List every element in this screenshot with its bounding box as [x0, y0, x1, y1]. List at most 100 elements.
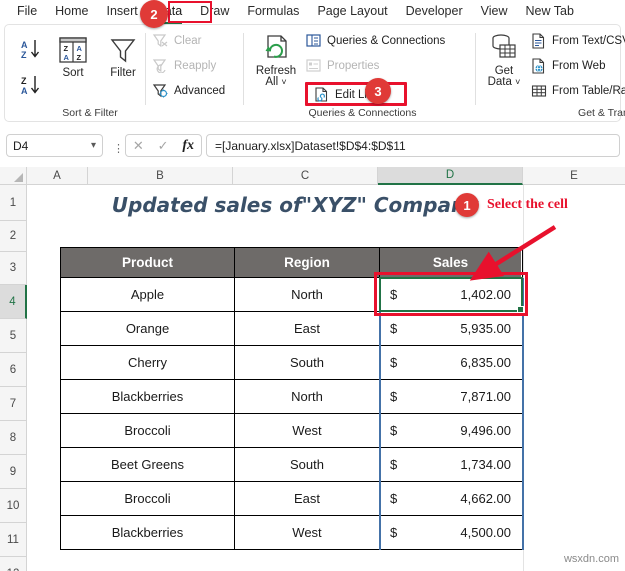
tab-file[interactable]: File [8, 1, 46, 23]
from-text-csv-icon [532, 33, 545, 49]
queries-connections-button[interactable]: Queries & Connections [305, 33, 445, 48]
cell-region[interactable]: South [235, 448, 380, 481]
table-row[interactable]: Cherry South $6,835.00 [60, 346, 523, 380]
row-header-7[interactable]: 7 [0, 387, 27, 421]
column-header-a[interactable]: A [27, 167, 88, 185]
cell-sales[interactable]: $6,835.00 [380, 346, 521, 379]
cell-region[interactable]: North [235, 278, 380, 311]
cell-region[interactable]: North [235, 380, 380, 413]
row-header-4[interactable]: 4 [0, 285, 27, 319]
tab-page-layout[interactable]: Page Layout [308, 1, 396, 23]
sort-button[interactable]: Z A A Z Sort [49, 35, 97, 79]
tab-home[interactable]: Home [46, 1, 97, 23]
properties-button[interactable]: Properties [305, 58, 379, 73]
from-text-csv-button[interactable]: From Text/CSV [531, 33, 625, 49]
cell-product[interactable]: Beet Greens [61, 448, 235, 481]
cell-sales[interactable]: $4,662.00 [380, 482, 521, 515]
table-row[interactable]: Broccoli West $9,496.00 [60, 414, 523, 448]
confirm-check-icon[interactable]: ✓ [158, 138, 169, 154]
insert-function-icon[interactable]: fx [182, 138, 194, 154]
cell-region[interactable]: West [235, 414, 380, 447]
formula-bar-drag-handle[interactable]: ⋮ [113, 142, 124, 155]
column-label: C [300, 169, 310, 182]
tab-view[interactable]: View [472, 1, 517, 23]
tab-new-tab[interactable]: New Tab [517, 1, 583, 23]
row-header-1[interactable]: 1 [0, 185, 27, 221]
table-row[interactable]: Beet Greens South $1,734.00 [60, 448, 523, 482]
cell-region[interactable]: West [235, 516, 380, 549]
table-row[interactable]: Blackberries West $4,500.00 [60, 516, 523, 550]
cell-sales[interactable]: $7,871.00 [380, 380, 521, 413]
properties-label: Properties [327, 59, 380, 72]
row-label: 10 [6, 499, 20, 512]
from-table-range-label: From Table/Range [552, 85, 625, 97]
from-web-button[interactable]: From Web [531, 58, 605, 74]
cell-product[interactable]: Apple [61, 278, 235, 311]
row-header-9[interactable]: 9 [0, 455, 27, 489]
formula-input[interactable]: =[January.xlsx]Dataset!$D$4:$D$11 [206, 134, 620, 157]
row-header-3[interactable]: 3 [0, 252, 27, 285]
name-box[interactable]: D4 ▾ [6, 134, 103, 157]
get-data-button[interactable]: Get Data ˅ [481, 33, 527, 88]
table-row[interactable]: Orange East $5,935.00 [60, 312, 523, 346]
refresh-all-button[interactable]: Refresh All ˅ [251, 33, 301, 88]
column-header-b[interactable]: B [88, 167, 233, 185]
tab-draw[interactable]: Draw [191, 1, 238, 23]
row-header-2[interactable]: 2 [0, 221, 27, 252]
sort-descending-button[interactable]: Z A [19, 73, 53, 97]
cell-region[interactable]: South [235, 346, 380, 379]
filter-button[interactable]: Filter [101, 35, 145, 79]
table-header-row: Product Region Sales [60, 247, 523, 278]
row-header-8[interactable]: 8 [0, 421, 27, 455]
cell-sales[interactable]: $5,935.00 [380, 312, 521, 345]
table-row[interactable]: Blackberries North $7,871.00 [60, 380, 523, 414]
cell-product[interactable]: Orange [61, 312, 235, 345]
svg-text:A: A [64, 53, 70, 62]
cell-region[interactable]: East [235, 482, 380, 515]
row-header-11[interactable]: 11 [0, 523, 27, 557]
cell-product[interactable]: Cherry [61, 346, 235, 379]
group-label-get-transform: Get & Transf [578, 107, 625, 119]
tab-label: Draw [200, 4, 230, 18]
tab-formulas[interactable]: Formulas [238, 1, 308, 23]
cell-product[interactable]: Broccoli [61, 482, 235, 515]
cell-product[interactable]: Blackberries [61, 380, 235, 413]
reapply-button[interactable]: Reapply [152, 58, 216, 73]
cell-sales[interactable]: $1,734.00 [380, 448, 521, 481]
callout-badge-3: 3 [365, 78, 391, 104]
row-label: 4 [9, 295, 16, 308]
formula-action-group: ✕ ✓ fx [125, 134, 202, 157]
from-table-range-button[interactable]: From Table/Range [531, 83, 625, 99]
column-header-e[interactable]: E [523, 167, 625, 185]
table-row[interactable]: Apple North $1,402.00 [60, 278, 523, 312]
row-header-10[interactable]: 10 [0, 489, 27, 523]
row-label: 5 [9, 329, 17, 342]
cell-sales[interactable]: $9,496.00 [380, 414, 521, 447]
table-header-region: Region [235, 248, 380, 277]
column-header-d[interactable]: D [378, 167, 523, 185]
range-border-left [379, 278, 381, 550]
cell-region[interactable]: East [235, 312, 380, 345]
cancel-icon[interactable]: ✕ [133, 138, 144, 154]
cell-sales[interactable]: $1,402.00 [380, 278, 521, 311]
callout-badge-2: 2 [140, 0, 168, 28]
chevron-down-icon[interactable]: ▾ [91, 140, 96, 151]
cell-product[interactable]: Broccoli [61, 414, 235, 447]
cell-sales[interactable]: $4,500.00 [380, 516, 521, 549]
cell-product[interactable]: Blackberries [61, 516, 235, 549]
from-web-label: From Web [552, 60, 606, 72]
tab-label: Home [55, 4, 89, 18]
tab-developer[interactable]: Developer [397, 1, 472, 23]
row-header-12[interactable]: 12 [0, 557, 27, 571]
divider-1 [145, 33, 146, 105]
sort-ascending-button[interactable]: A Z [19, 37, 53, 61]
clear-button[interactable]: Clear [152, 33, 201, 48]
queries-connections-label: Queries & Connections [327, 34, 446, 47]
column-header-c[interactable]: C [233, 167, 378, 185]
table-row[interactable]: Broccoli East $4,662.00 [60, 482, 523, 516]
row-header-5[interactable]: 5 [0, 319, 27, 353]
row-header-6[interactable]: 6 [0, 353, 27, 387]
advanced-button[interactable]: Advanced [152, 83, 225, 98]
select-all-corner[interactable] [0, 167, 27, 185]
sort-label: Sort [62, 67, 84, 79]
